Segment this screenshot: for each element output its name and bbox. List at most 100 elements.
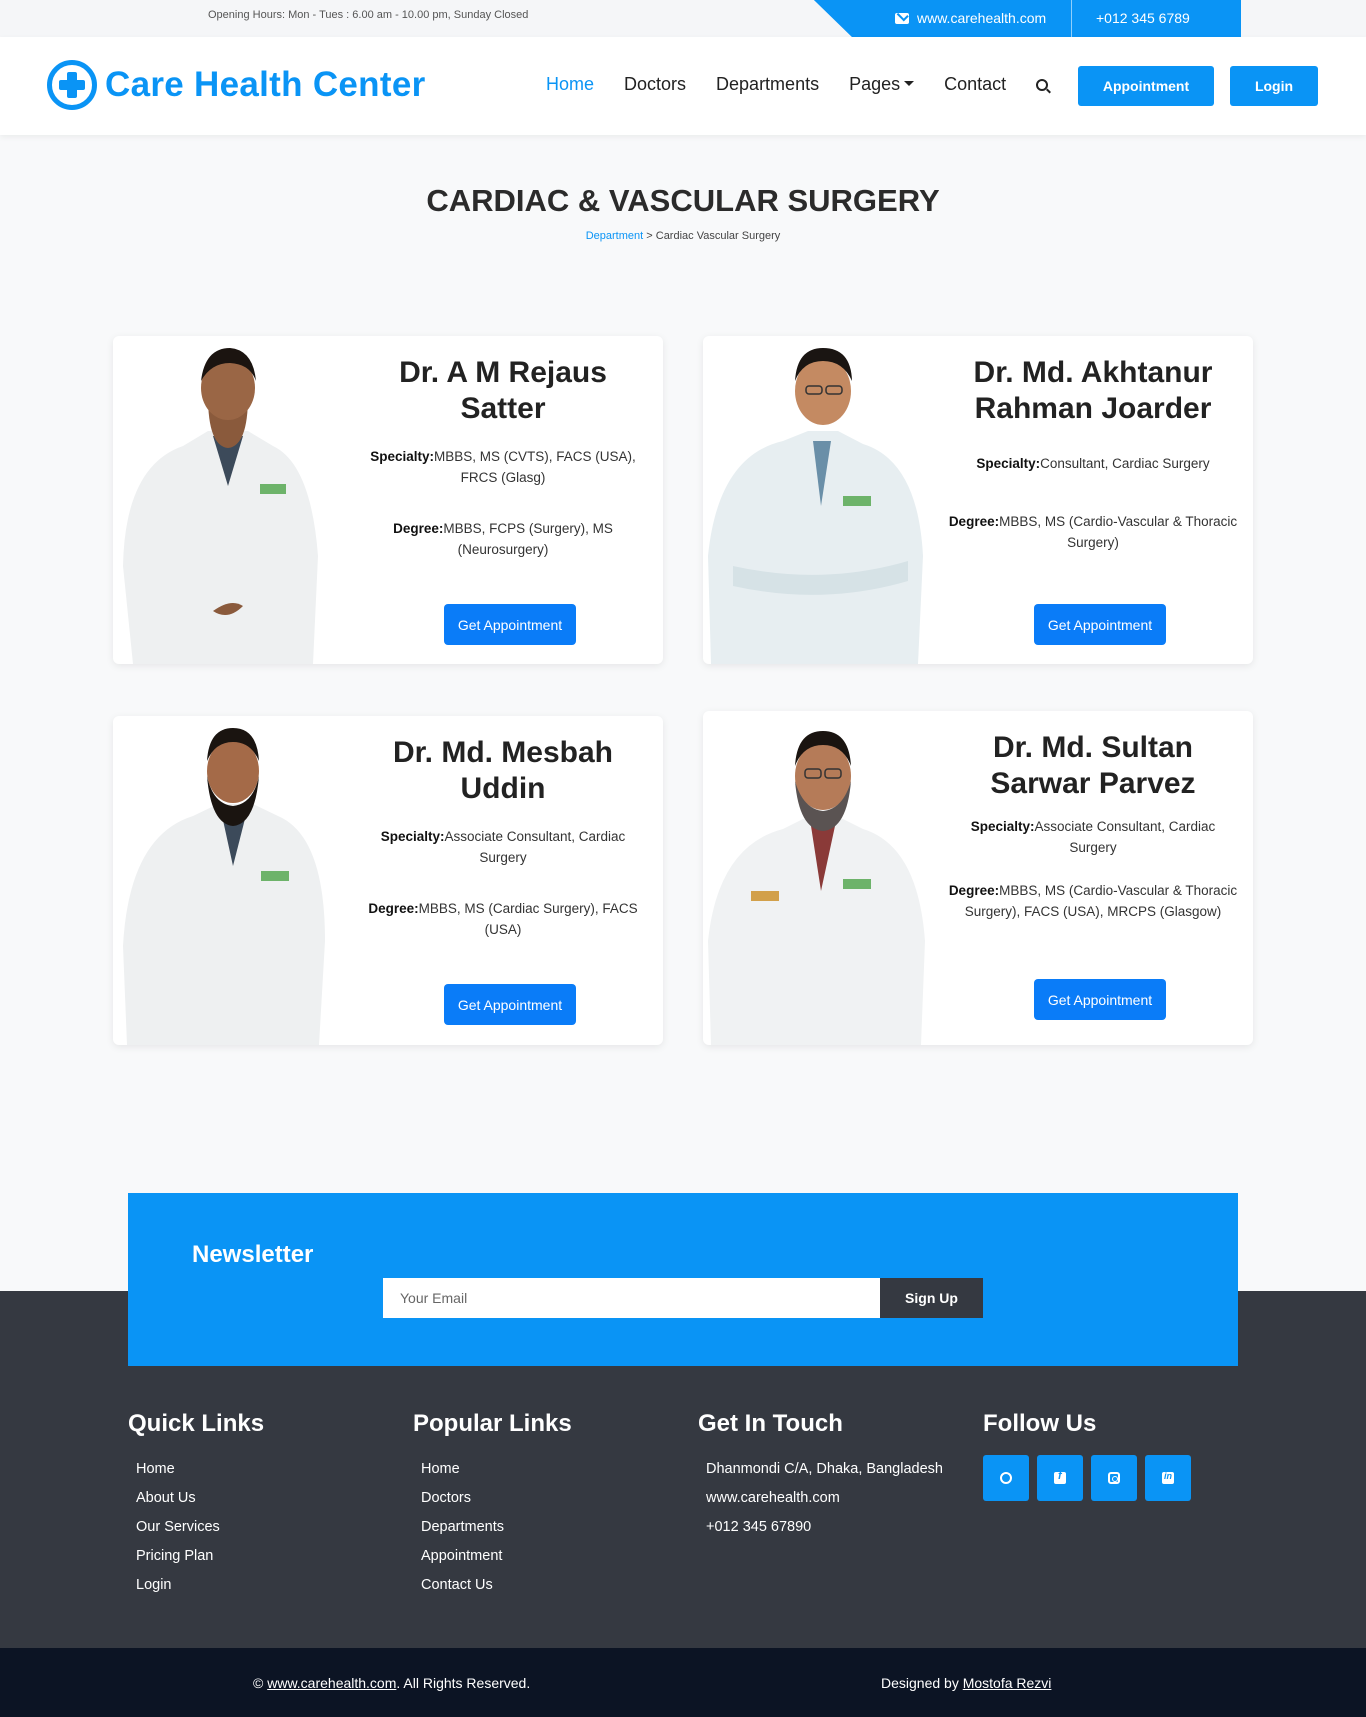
doctor-card: Dr. Md. Mesbah Uddin Specialty:Associate… [113, 716, 663, 1045]
degree-value: MBBS, MS (Cardio-Vascular & Thoracic Sur… [999, 514, 1238, 550]
newsletter-section: Newsletter Your Email Sign Up [128, 1193, 1238, 1366]
nav-doctors[interactable]: Doctors [624, 74, 686, 95]
top-bar: Opening Hours: Mon - Tues : 6.00 am - 10… [0, 0, 1366, 37]
follow-us-title: Follow Us [983, 1410, 1097, 1437]
linkedin-button[interactable] [1145, 1455, 1191, 1501]
nav-pages-dropdown[interactable]: Pages [849, 74, 915, 95]
get-appointment-button[interactable]: Get Appointment [1034, 979, 1166, 1020]
instagram-button[interactable] [1091, 1455, 1137, 1501]
whatsapp-icon [1000, 1472, 1012, 1484]
designed-by-label: Designed by [881, 1675, 959, 1691]
degree-label: Degree: [948, 514, 1000, 529]
medical-cross-icon [47, 60, 97, 110]
newsletter-email-input[interactable]: Your Email [383, 1278, 880, 1318]
brand-logo[interactable]: Care Health Center [47, 60, 426, 110]
doctor-specialty: Specialty:Associate Consultant, Cardiac … [948, 816, 1238, 858]
topbar-divider [1071, 0, 1072, 37]
get-appointment-button[interactable]: Get Appointment [444, 604, 576, 645]
specialty-value: Consultant, Cardiac Surgery [1040, 456, 1210, 471]
doctor-name: Dr. Md. Mesbah Uddin [392, 736, 614, 805]
doctor-photo [123, 728, 325, 1045]
envelope-icon [895, 12, 909, 24]
specialty-label: Specialty: [370, 449, 434, 464]
copyright-text: . All Rights Reserved. [396, 1675, 531, 1691]
breadcrumb: Department > Cardiac Vascular Surgery [0, 230, 1366, 242]
footer-website[interactable]: www.carehealth.com [706, 1484, 943, 1513]
footer-link[interactable]: Contact Us [421, 1571, 572, 1600]
footer-link[interactable]: Pricing Plan [136, 1542, 264, 1571]
degree-value: MBBS, MS (Cardiac Surgery), FACS (USA) [418, 901, 638, 937]
nav-links: Home Doctors Departments Pages Contact [546, 74, 1006, 95]
newsletter-title: Newsletter [192, 1241, 314, 1268]
footer-link[interactable]: Home [136, 1455, 264, 1484]
degree-value: MBBS, MS (Cardio-Vascular & Thoracic Sur… [964, 883, 1238, 919]
designer-link[interactable]: Mostofa Rezvi [963, 1675, 1052, 1691]
doctor-name: Dr. Md. Akhtanur Rahman Joarder [973, 356, 1213, 425]
nav-contact[interactable]: Contact [944, 74, 1006, 95]
get-appointment-button[interactable]: Get Appointment [1034, 604, 1166, 645]
footer-link[interactable]: About Us [136, 1484, 264, 1513]
linkedin-icon [1162, 1471, 1174, 1484]
footer-link[interactable]: Doctors [421, 1484, 572, 1513]
nav-home[interactable]: Home [546, 74, 594, 95]
doctor-photo [708, 731, 925, 1045]
doctor-card: Dr. A M Rejaus Satter Specialty:MBBS, MS… [113, 336, 663, 664]
topbar-website[interactable]: www.carehealth.com [895, 10, 1046, 26]
login-button[interactable]: Login [1230, 66, 1318, 106]
caret-down-icon [904, 81, 915, 87]
doctor-info: Dr. Md. Sultan Sarwar Parvez Specialty:A… [933, 711, 1253, 1045]
footer-phone[interactable]: +012 345 67890 [706, 1513, 943, 1542]
footer-follow-us: Follow Us [983, 1410, 1191, 1501]
instagram-icon [1108, 1472, 1120, 1484]
doctor-degree: Degree:MBBS, MS (Cardiac Surgery), FACS … [358, 898, 648, 940]
footer-link[interactable]: Departments [421, 1513, 572, 1542]
degree-label: Degree: [948, 883, 1000, 898]
specialty-label: Specialty: [380, 829, 445, 844]
page-title: CARDIAC & VASCULAR SURGERY [426, 183, 940, 218]
specialty-value: MBBS, MS (CVTS), FACS (USA), FRCS (Glasg… [434, 449, 636, 485]
specialty-value: Associate Consultant, Cardiac Surgery [1034, 819, 1216, 855]
doctor-photo [123, 348, 318, 664]
search-icon[interactable] [1036, 79, 1048, 91]
degree-label: Degree: [393, 521, 444, 536]
footer-get-in-touch: Get In Touch Dhanmondi C/A, Dhaka, Bangl… [698, 1410, 943, 1542]
footer-link[interactable]: Appointment [421, 1542, 572, 1571]
facebook-icon [1054, 1470, 1066, 1484]
designer-credit: Designed by Mostofa Rezvi [881, 1675, 1051, 1691]
facebook-button[interactable] [1037, 1455, 1083, 1501]
footer-link[interactable]: Home [421, 1455, 572, 1484]
breadcrumb-separator: > [643, 230, 656, 242]
copyright-link[interactable]: www.carehealth.com [267, 1675, 396, 1691]
footer-link[interactable]: Our Services [136, 1513, 264, 1542]
get-appointment-button[interactable]: Get Appointment [444, 984, 576, 1025]
popular-links-title: Popular Links [413, 1410, 572, 1437]
doctor-photo [708, 348, 923, 664]
nav-departments[interactable]: Departments [716, 74, 819, 95]
doctor-degree: Degree:MBBS, FCPS (Surgery), MS (Neurosu… [358, 518, 648, 560]
footer-link[interactable]: Login [136, 1571, 264, 1600]
doctor-degree: Degree:MBBS, MS (Cardio-Vascular & Thora… [948, 511, 1238, 553]
doctor-specialty: Specialty:Consultant, Cardiac Surgery [948, 453, 1238, 474]
social-buttons [983, 1455, 1191, 1501]
brand-name: Care Health Center [105, 65, 426, 104]
whatsapp-button[interactable] [983, 1455, 1029, 1501]
doctor-specialty: Specialty:MBBS, MS (CVTS), FACS (USA), F… [358, 446, 648, 488]
specialty-value: Associate Consultant, Cardiac Surgery [444, 829, 626, 865]
footer-popular-links: Popular Links Home Doctors Departments A… [413, 1410, 572, 1600]
doctor-info: Dr. Md. Akhtanur Rahman Joarder Specialt… [933, 336, 1253, 664]
navbar: Care Health Center Home Doctors Departme… [0, 37, 1366, 135]
doctor-degree: Degree:MBBS, MS (Cardio-Vascular & Thora… [948, 880, 1238, 922]
copyright: © www.carehealth.com. All Rights Reserve… [253, 1675, 530, 1691]
doctor-name: Dr. A M Rejaus Satter [399, 356, 607, 425]
breadcrumb-department-link[interactable]: Department [586, 230, 643, 242]
footer-address: Dhanmondi C/A, Dhaka, Bangladesh [706, 1461, 943, 1477]
degree-label: Degree: [368, 901, 419, 916]
topbar-phone[interactable]: +012 345 6789 [1096, 10, 1190, 26]
breadcrumb-current: Cardiac Vascular Surgery [655, 230, 781, 242]
degree-value: MBBS, FCPS (Surgery), MS (Neurosurgery) [443, 521, 613, 557]
nav-pages-label: Pages [849, 74, 901, 94]
specialty-label: Specialty: [976, 456, 1041, 471]
doctor-info: Dr. Md. Mesbah Uddin Specialty:Associate… [343, 716, 663, 1045]
appointment-button[interactable]: Appointment [1078, 66, 1214, 106]
newsletter-signup-button[interactable]: Sign Up [880, 1278, 983, 1318]
